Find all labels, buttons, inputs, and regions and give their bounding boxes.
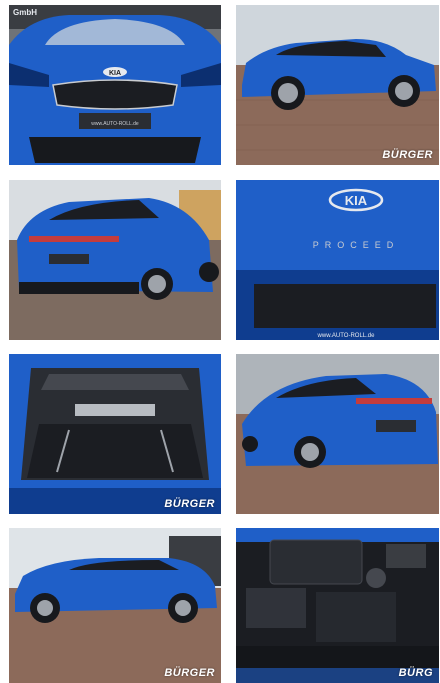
rear-right-car-image	[236, 354, 439, 514]
front-car-image: KIA www.AUTO-ROLL.de GmbH	[9, 5, 221, 165]
model-lettering: PROCEED	[313, 240, 400, 250]
side-right-car-image	[236, 5, 439, 165]
rear-badge-image: KIA PROCEED www.AUTO-ROLL.de	[236, 180, 439, 340]
photo-trunk[interactable]: BÜRGER	[9, 354, 221, 514]
photo-rear-right[interactable]	[236, 354, 439, 514]
photo-gallery: KIA www.AUTO-ROLL.de GmbH BÜRGER KIA PRO…	[0, 0, 440, 683]
photo-engine-bay[interactable]: BÜRG	[236, 528, 439, 683]
photo-rear-left[interactable]	[9, 180, 221, 340]
side-left-car-image	[9, 528, 221, 683]
photo-front[interactable]: KIA www.AUTO-ROLL.de GmbH	[9, 5, 221, 165]
front-badge: KIA	[109, 70, 121, 77]
rear-kia-badge: KIA	[345, 193, 368, 208]
watermark: BÜRGER	[164, 498, 215, 510]
rear-plate-text: www.AUTO-ROLL.de	[317, 333, 376, 339]
photo-rear-badge[interactable]: KIA PROCEED www.AUTO-ROLL.de	[236, 180, 439, 340]
trunk-image	[9, 354, 221, 514]
front-plate-text: www.AUTO-ROLL.de	[91, 121, 139, 127]
photo-side-right[interactable]: BÜRGER	[236, 5, 439, 165]
dealer-sign: GmbH	[13, 8, 37, 17]
rear-left-car-image	[9, 180, 221, 340]
watermark: BÜRGER	[382, 149, 433, 161]
watermark: BÜRG	[398, 667, 433, 679]
watermark: BÜRGER	[164, 667, 215, 679]
photo-side-left[interactable]: BÜRGER	[9, 528, 221, 683]
engine-bay-image	[236, 528, 439, 683]
